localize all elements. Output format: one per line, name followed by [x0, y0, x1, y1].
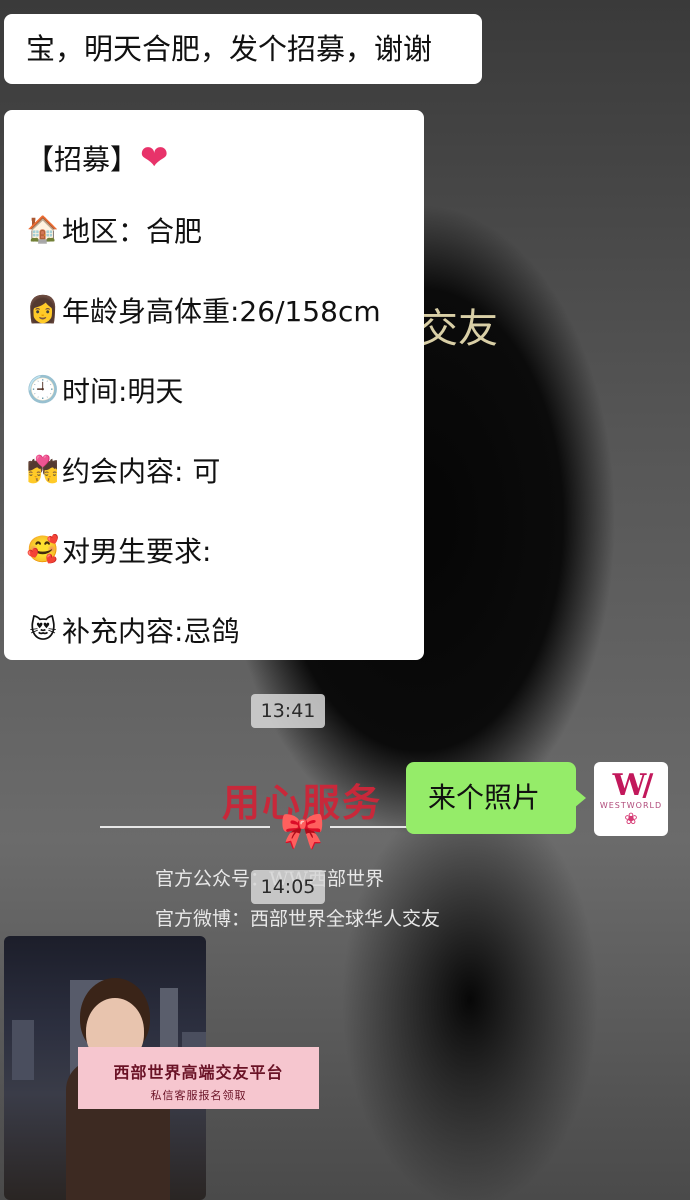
form-line-region: 🏠 地区：合肥	[26, 190, 424, 270]
form-line-date-content: 💏 约会内容: 可	[26, 430, 424, 510]
wallpaper-official-weibo: 官方微博：西部世界全球华人交友	[155, 908, 441, 930]
westworld-logo-icon: W/	[612, 768, 654, 803]
message-bubble-recruit-form[interactable]: 【招募】 ❤ 🏠 地区：合肥 👩 年龄身高体重:26/158cm 🕘 时间:明天…	[4, 110, 424, 660]
avatar[interactable]: W/ WESTWORLD ❀	[594, 762, 668, 836]
form-title-line: 【招募】 ❤	[26, 126, 424, 190]
form-line-text: 年龄身高体重:26/158cm	[62, 295, 381, 328]
smiling-hearts-emoji-icon: 🥰	[26, 535, 60, 565]
form-line-text: 对男生要求:	[62, 535, 212, 568]
timestamp: 13:41	[251, 694, 325, 728]
form-line-supplement: 😻 补充内容:忌鸽	[26, 590, 424, 670]
form-title: 【招募】	[26, 143, 139, 176]
form-line-time: 🕘 时间:明天	[26, 350, 424, 430]
heart-emoji-icon: ❤	[140, 138, 169, 178]
couple-kiss-emoji-icon: 💏	[26, 455, 60, 485]
clock-emoji-icon: 🕘	[26, 375, 60, 405]
photo-banner: 西部世界高端交友平台 私信客服报名领取	[78, 1047, 319, 1109]
banner-main-text: 西部世界高端交友平台	[113, 1063, 284, 1082]
timestamp: 14:05	[251, 870, 325, 904]
wallpaper-title: 交友	[418, 306, 498, 352]
heart-eyes-cat-emoji-icon: 😻	[29, 615, 57, 645]
form-line-text: 补充内容:忌鸽	[62, 615, 240, 648]
form-line-text: 地区：合肥	[62, 215, 203, 248]
wallpaper-divider-left	[100, 826, 270, 828]
bow-icon: 🎀	[280, 811, 325, 852]
form-line-text: 约会内容: 可	[62, 455, 221, 488]
city-building	[12, 1020, 34, 1080]
form-line-age-height: 👩 年龄身高体重:26/158cm	[26, 270, 424, 350]
banner-sub-text: 私信客服报名领取	[150, 1089, 247, 1102]
woman-emoji-icon: 👩	[26, 295, 60, 325]
rose-icon: ❀	[624, 809, 638, 828]
message-bubble-reply[interactable]: 来个照片	[406, 762, 586, 834]
form-line-requirements: 🥰 对男生要求:	[26, 510, 424, 590]
message-bubble-request[interactable]: 宝，明天合肥，发个招募，谢谢	[4, 14, 482, 84]
message-text: 宝，明天合肥，发个招募，谢谢	[26, 32, 433, 66]
house-emoji-icon: 🏠	[26, 215, 60, 245]
message-text: 来个照片	[428, 781, 541, 814]
form-line-text: 时间:明天	[62, 375, 184, 408]
